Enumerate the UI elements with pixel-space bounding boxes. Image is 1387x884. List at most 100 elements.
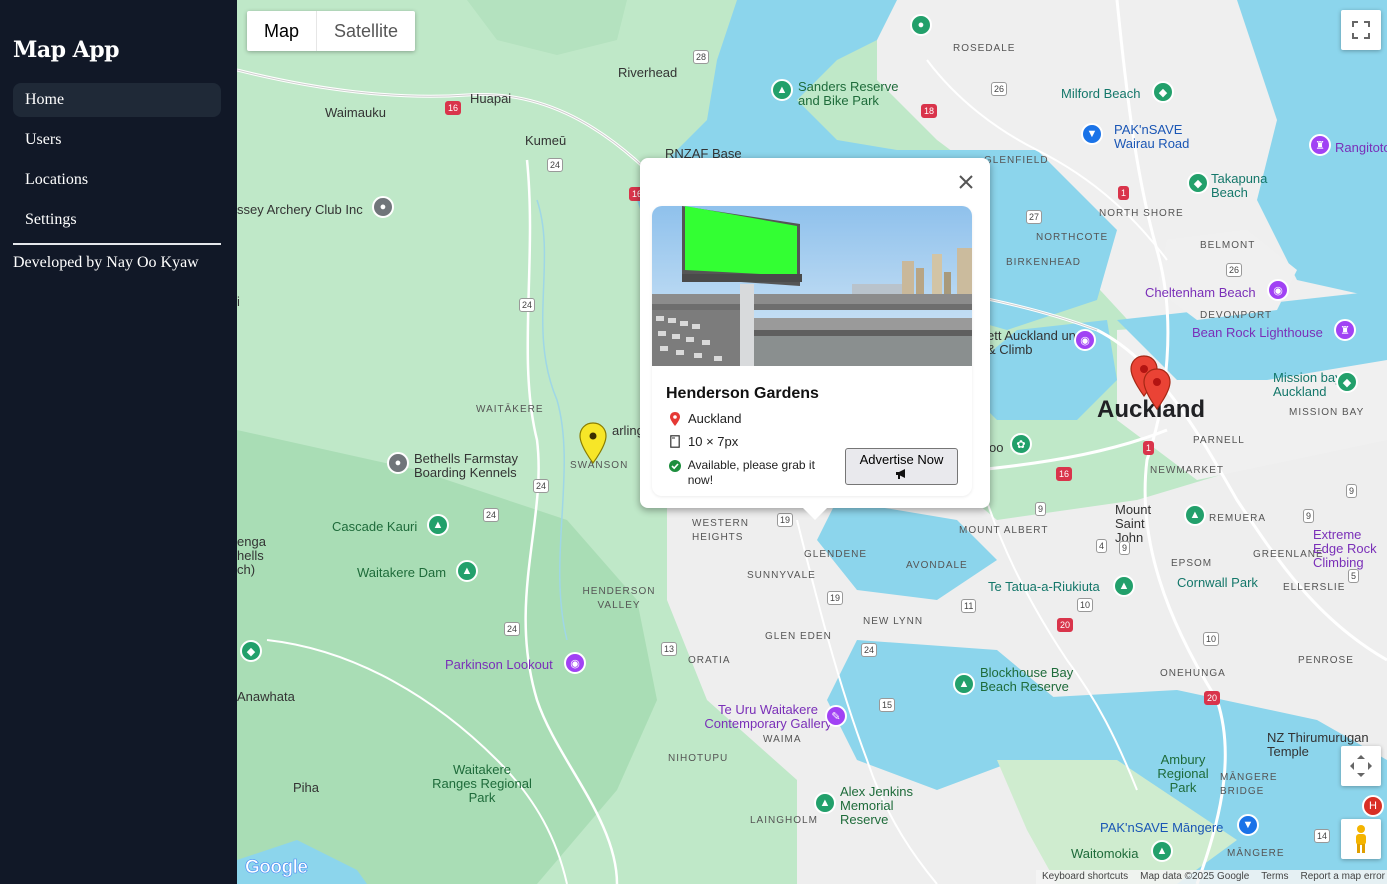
map-label: Cascade Kauri: [332, 519, 418, 534]
map-label: Milford Beach: [1061, 86, 1141, 101]
map-label: BELMONT: [1200, 240, 1256, 251]
map-label: Waimauku: [325, 105, 386, 120]
map-label: EPSOM: [1171, 558, 1213, 569]
close-info-window-button[interactable]: [954, 170, 978, 194]
map-label: MĀNGERE BRIDGE: [1220, 772, 1278, 797]
map-label: Huapai: [470, 91, 512, 106]
recreation-pin-icon[interactable]: ◆: [1187, 172, 1209, 194]
shopping-pin-icon[interactable]: ▼: [1237, 814, 1259, 836]
yellow-map-marker-icon[interactable]: [579, 422, 607, 464]
recreation-pin-icon[interactable]: ◆: [1152, 81, 1174, 103]
route-shield: 24: [861, 643, 878, 657]
route-shield: 19: [827, 591, 844, 605]
park-pin-icon[interactable]: ▲: [1151, 840, 1173, 862]
attraction-pin-icon[interactable]: ♜: [1309, 134, 1331, 156]
map-label: Bethells Farmstay Boarding Kennels: [414, 451, 519, 480]
location-row: Auckland: [666, 411, 972, 426]
route-shield: 20: [1204, 691, 1221, 705]
park-pin-icon[interactable]: ▲: [1184, 504, 1206, 526]
google-logo-text: Google: [245, 857, 309, 879]
attraction-pin-icon[interactable]: ♜: [1334, 319, 1356, 341]
map-label: PARNELL: [1193, 435, 1245, 446]
fullscreen-button[interactable]: [1341, 10, 1381, 50]
park-pin-icon[interactable]: ▲: [814, 792, 836, 814]
map-label: Anawhata: [237, 689, 295, 704]
map-label: GLENFIELD: [984, 155, 1049, 166]
place-pin-icon[interactable]: ●: [387, 452, 409, 474]
advertise-now-button[interactable]: Advertise Now: [845, 448, 958, 485]
map-label: Mount Saint John: [1115, 502, 1152, 545]
route-shield: 4: [1096, 539, 1108, 553]
map-label: PENROSE: [1298, 655, 1354, 666]
route-shield: 9: [1035, 502, 1047, 516]
map-label: NORTHCOTE: [1036, 232, 1109, 243]
map-label: PAK'nSAVE Māngere: [1100, 820, 1224, 835]
route-shield: 24: [547, 158, 564, 172]
park-pin-icon[interactable]: ▲: [771, 79, 793, 101]
shopping-pin-icon[interactable]: ▼: [1081, 123, 1103, 145]
map-label: Kumeū: [525, 133, 567, 148]
red-map-marker-icon[interactable]: [1143, 368, 1171, 410]
camera-pin-icon[interactable]: ◉: [1267, 279, 1289, 301]
map-type-map-button[interactable]: Map: [247, 11, 316, 51]
gallery-pin-icon[interactable]: ✎: [825, 705, 847, 727]
map-label: Extreme Edge Rock Climbing: [1313, 527, 1377, 570]
terms-link[interactable]: Terms: [1261, 870, 1288, 884]
street-view-pegman-button[interactable]: [1341, 819, 1381, 859]
camera-control-button[interactable]: [1341, 746, 1381, 786]
route-shield: 13: [661, 642, 678, 656]
route-shield: 15: [879, 698, 896, 712]
map-label: Parkinson Lookout: [445, 657, 553, 672]
sidebar: Map App Home Users Locations Settings De…: [0, 0, 237, 884]
nav-settings[interactable]: Settings: [13, 203, 221, 237]
map-data-credit: Map data ©2025 Google: [1140, 871, 1250, 882]
camera-pin-icon[interactable]: ◉: [564, 652, 586, 674]
hospital-pin-icon[interactable]: H: [1362, 795, 1384, 817]
map-type-control: Map Satellite: [247, 11, 416, 51]
park-pin-icon[interactable]: ▲: [456, 560, 478, 582]
route-shield: 26: [1226, 263, 1243, 277]
status-row: Available, please grab it now!: [666, 458, 841, 488]
map-label: SUNNYVALE: [747, 570, 816, 581]
check-circle-icon: [666, 458, 684, 472]
route-shield: 16: [1056, 467, 1073, 481]
map-label: GLEN EDEN: [765, 631, 832, 642]
map-label: Blockhouse Bay Beach Reserve: [980, 665, 1074, 694]
nav-users[interactable]: Users: [13, 123, 221, 157]
billboard-title: Henderson Gardens: [666, 385, 819, 402]
location-pin-icon: [666, 411, 684, 426]
keyboard-shortcuts-link[interactable]: Keyboard shortcuts: [1042, 870, 1128, 884]
recreation-pin-icon[interactable]: ◆: [1336, 371, 1358, 393]
zoo-pin-icon[interactable]: ✿: [1010, 433, 1032, 455]
google-logo[interactable]: Google: [245, 857, 309, 879]
recreation-pin-icon[interactable]: ◆: [240, 640, 262, 662]
park-pin-icon[interactable]: ▲: [953, 673, 975, 695]
route-shield: 9: [1346, 484, 1358, 498]
advertise-now-label: Advertise Now: [859, 452, 944, 467]
billboard-location: Auckland: [688, 411, 742, 426]
map-label: WAITĀKERE: [476, 404, 544, 415]
park-pin-icon[interactable]: ▲: [427, 514, 449, 536]
map-label: MĀNGERE: [1227, 848, 1285, 859]
park-pin-icon[interactable]: ▲: [1113, 575, 1135, 597]
nav-home[interactable]: Home: [13, 83, 221, 117]
camera-pin-icon[interactable]: ◉: [1074, 329, 1096, 351]
route-shield: 19: [777, 513, 794, 527]
map-attribution-bar: Keyboard shortcuts Map data ©2025 Google…: [1035, 870, 1387, 884]
route-shield: 1: [1118, 186, 1130, 200]
availability-status: Available, please grab it now!: [687, 458, 815, 487]
place-pin-icon[interactable]: ●: [372, 196, 394, 218]
nav-locations[interactable]: Locations: [13, 163, 221, 197]
map-label: Te Tatua-a-Riukiuta: [988, 579, 1100, 594]
map-label: AVONDALE: [906, 560, 968, 571]
map-canvas[interactable]: Riverhead Huapai Waimauku Kumeū RNZAF Ba…: [237, 0, 1387, 884]
route-shield: 10: [1203, 632, 1220, 646]
route-shield: 5: [1348, 569, 1360, 583]
report-error-link[interactable]: Report a map error: [1301, 870, 1385, 884]
billboard-photo: [652, 206, 972, 366]
map-label: NEWMARKET: [1150, 465, 1224, 476]
park-pin-icon[interactable]: ●: [910, 14, 932, 36]
map-type-satellite-button[interactable]: Satellite: [316, 11, 415, 51]
map-label: GLENDENE: [804, 549, 868, 560]
route-shield: 24: [504, 622, 521, 636]
